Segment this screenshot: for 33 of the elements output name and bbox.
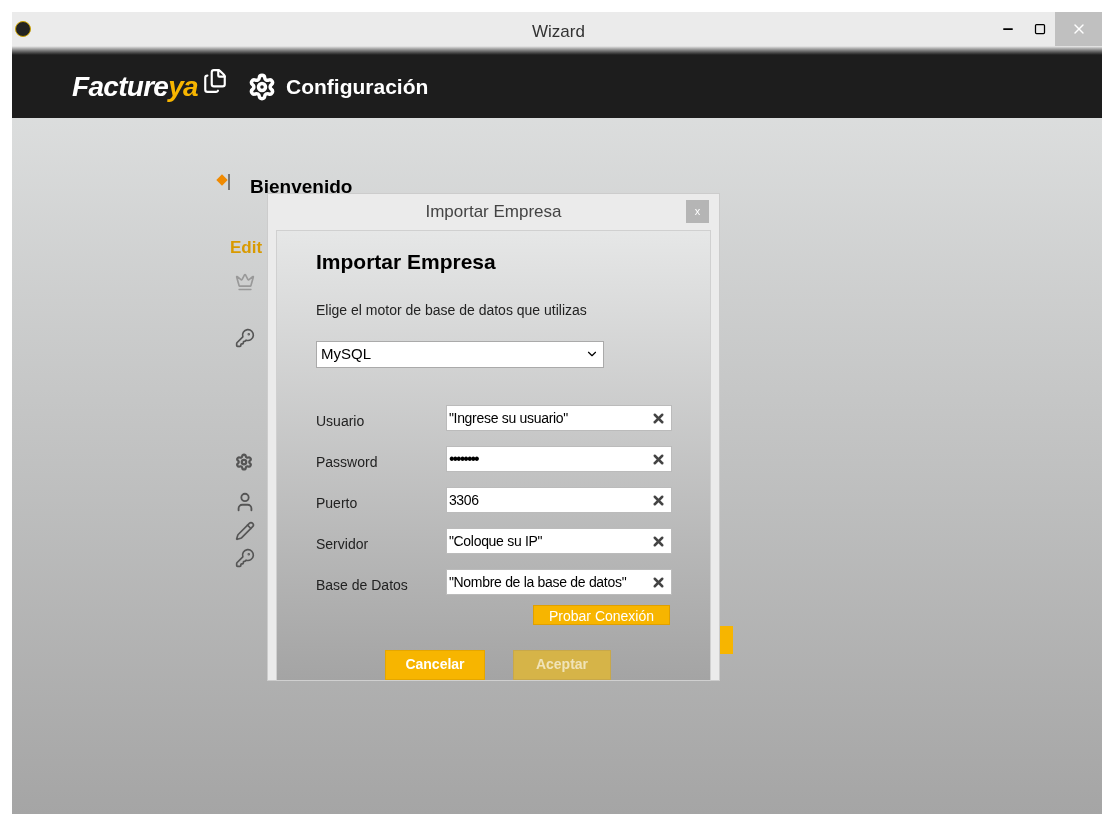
edit-label: Edit bbox=[230, 237, 263, 259]
crown-icon bbox=[235, 272, 255, 292]
dialog-title: Importar Empresa bbox=[425, 201, 562, 224]
clear-icon[interactable] bbox=[651, 574, 666, 590]
window-title: Wizard bbox=[532, 21, 585, 43]
field-label: Servidor bbox=[316, 534, 370, 554]
input-field[interactable]: 3306 bbox=[445, 487, 672, 513]
welcome-heading: Bienvenido bbox=[250, 175, 353, 199]
maximize-icon bbox=[1034, 23, 1046, 35]
clear-icon[interactable] bbox=[651, 533, 666, 549]
brand-logo: Factureya bbox=[72, 69, 198, 104]
key-icon bbox=[235, 548, 255, 568]
clear-icon[interactable] bbox=[651, 492, 666, 508]
field-label: Usuario bbox=[316, 411, 366, 431]
field-label: Password bbox=[316, 452, 379, 472]
section-title: Configuración bbox=[286, 73, 429, 100]
key-icon bbox=[235, 328, 255, 348]
field-label: Base de Datos bbox=[316, 575, 409, 595]
app-icon bbox=[15, 21, 31, 37]
clear-icon[interactable] bbox=[651, 451, 666, 467]
input-field[interactable]: "Ingrese su usuario" bbox=[445, 405, 672, 431]
dialog-heading: Importar Empresa bbox=[316, 249, 497, 275]
settings-icon bbox=[248, 72, 276, 101]
input-field[interactable]: "Nombre de la base de datos" bbox=[445, 569, 672, 595]
field-label: Puerto bbox=[316, 493, 359, 513]
engine-dropdown[interactable]: MySQL bbox=[316, 340, 604, 368]
input-field[interactable]: •••••••• bbox=[445, 446, 672, 472]
pencil-icon bbox=[235, 521, 255, 541]
clear-icon[interactable] bbox=[651, 410, 666, 426]
prompt-text: Elige el motor de base de datos que utilizas bbox=[316, 300, 588, 320]
settings-icon bbox=[235, 453, 253, 471]
documents-icon bbox=[202, 67, 228, 94]
input-field[interactable]: "Coloque su IP" bbox=[445, 528, 672, 554]
